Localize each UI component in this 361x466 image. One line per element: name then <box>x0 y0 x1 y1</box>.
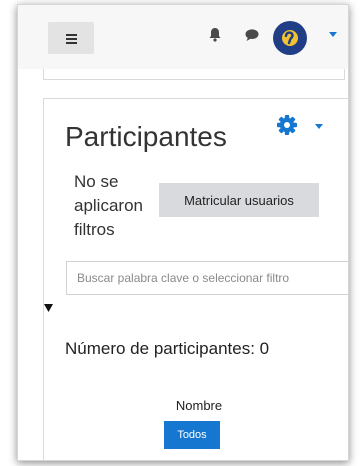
menu-button[interactable] <box>48 22 94 54</box>
enrol-users-button[interactable]: Matricular usuarios <box>159 183 319 217</box>
search-input[interactable] <box>66 261 348 295</box>
hamburger-icon <box>65 33 77 44</box>
triangle-down-icon[interactable] <box>44 304 53 312</box>
participant-count: Número de participantes: 0 <box>65 339 270 358</box>
all-initials-button[interactable]: Todos <box>164 421 220 449</box>
app-window: Participantes No se aplicaron filtros Ma… <box>17 4 349 461</box>
avatar-logo-icon <box>282 30 298 46</box>
page-title: Participantes <box>65 121 227 152</box>
participants-card: Participantes No se aplicaron filtros Ma… <box>43 98 348 460</box>
top-navbar <box>18 5 348 69</box>
user-avatar[interactable] <box>273 21 307 55</box>
chat-bubble-icon[interactable] <box>245 29 259 41</box>
initials-filter-label: Nombre <box>175 398 223 413</box>
bell-icon[interactable] <box>209 28 221 42</box>
no-filters-text: No se aplicaron filtros <box>74 172 143 239</box>
gear-icon[interactable] <box>276 114 298 136</box>
settings-chevron-down-icon[interactable] <box>315 124 323 130</box>
chevron-down-icon[interactable] <box>329 32 337 38</box>
